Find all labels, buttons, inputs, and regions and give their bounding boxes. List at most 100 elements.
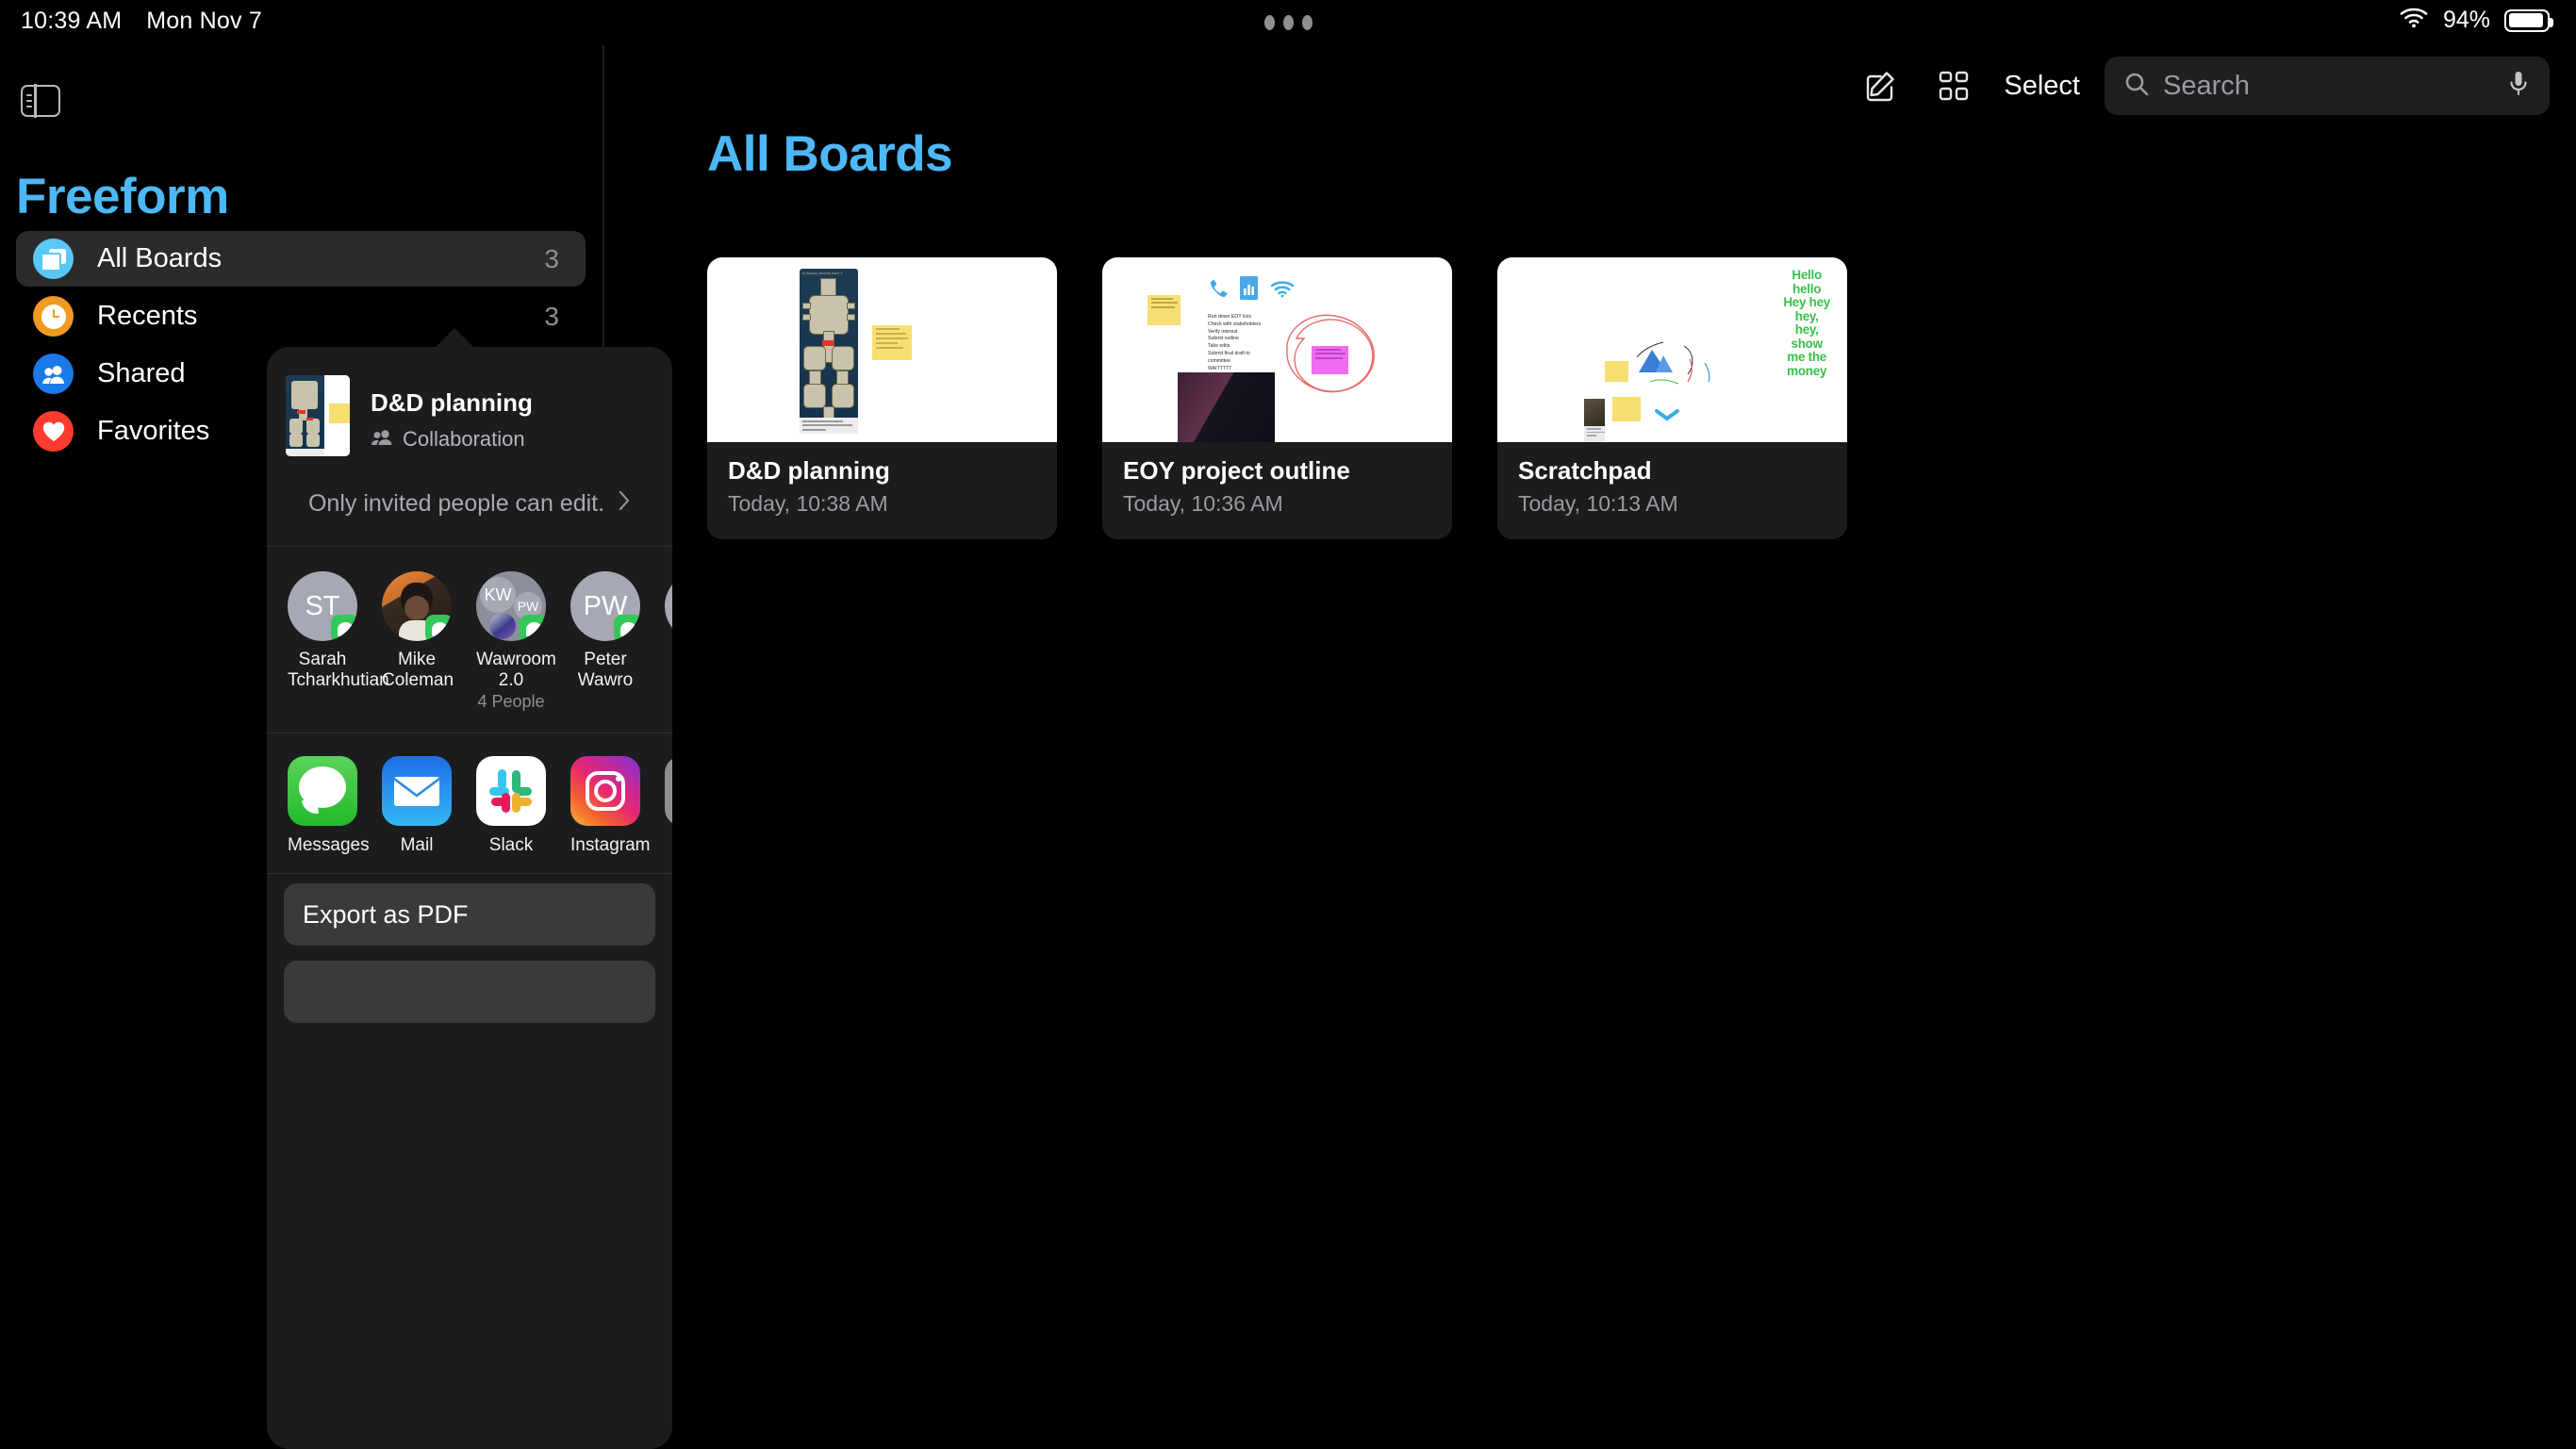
slack-app-icon xyxy=(476,756,546,826)
board-card-meta: Scratchpad Today, 10:13 AM xyxy=(1497,442,1847,539)
people-icon xyxy=(33,354,74,394)
share-group-name: Wawroom 2.0 xyxy=(476,650,546,691)
permission-row[interactable]: Only invited people can edit. xyxy=(267,456,672,546)
divider xyxy=(267,873,672,874)
share-person[interactable]: ST Sarah Tcharkhutian xyxy=(288,571,357,712)
sidebar-item-all-boards[interactable]: All Boards 3 xyxy=(16,231,586,287)
share-person[interactable]: PW Peter Wawro xyxy=(570,571,640,712)
share-app-name: Mail xyxy=(382,835,452,856)
sticky-note xyxy=(1605,361,1628,382)
share-board-title: D&D planning xyxy=(371,388,533,418)
share-apps-row: Messages Mail xyxy=(267,733,672,873)
link-card xyxy=(1584,399,1605,442)
share-people-row: ST Sarah Tcharkhutian Mike Coleman KW PW xyxy=(267,547,672,733)
wifi-icon xyxy=(1270,280,1295,303)
list-item: Submit outline xyxy=(1208,336,1261,341)
sketch-drawing xyxy=(1635,340,1726,397)
grid-view-icon[interactable] xyxy=(1917,57,1990,115)
share-person-partial[interactable]: K W xyxy=(665,571,672,712)
list-item: Run down EOY lists xyxy=(1208,314,1261,320)
export-as-pdf-button[interactable]: Export as PDF xyxy=(284,883,655,946)
share-app-slack[interactable]: Slack xyxy=(476,756,546,856)
sidebar-toggle-icon[interactable] xyxy=(21,85,60,117)
page-title: All Boards xyxy=(707,125,952,183)
mail-app-icon xyxy=(382,756,452,826)
phone-icon xyxy=(1209,278,1230,304)
share-app-more[interactable] xyxy=(665,756,672,856)
board-card-dnd-planning[interactable]: DUNGEON ROOMS PART 1 xyxy=(707,257,1057,539)
board-card-meta: D&D planning Today, 10:38 AM xyxy=(707,442,1057,539)
search-placeholder: Search xyxy=(2163,71,2506,102)
bulleted-list: Run down EOY lists Check with stakeholde… xyxy=(1208,314,1261,372)
avatar: ST xyxy=(288,571,357,641)
board-card-scratchpad[interactable]: Hello hello Hey hey hey, hey, show me th… xyxy=(1497,257,1847,539)
share-person-name: Mike Coleman xyxy=(382,650,452,691)
board-date: Today, 10:36 AM xyxy=(1123,491,1431,517)
chart-document-icon xyxy=(1240,276,1258,305)
share-popover: D&D planning Collaboration Only invited … xyxy=(267,347,672,1449)
share-group-count: 4 People xyxy=(476,692,546,712)
board-title: D&D planning xyxy=(728,456,1036,486)
microphone-icon[interactable] xyxy=(2506,70,2531,103)
instagram-app-icon xyxy=(570,756,640,826)
messages-badge-icon xyxy=(520,615,546,641)
sidebar-item-label: All Boards xyxy=(97,243,544,274)
multitasking-control[interactable] xyxy=(0,15,2576,30)
board-title: Scratchpad xyxy=(1518,456,1826,486)
sidebar-item-count: 3 xyxy=(544,302,559,332)
board-card-eoy-project-outline[interactable]: Run down EOY lists Check with stakeholde… xyxy=(1102,257,1452,539)
heart-icon xyxy=(33,411,74,452)
board-title: EOY project outline xyxy=(1123,456,1431,486)
toolbar: Select Search xyxy=(1843,57,2550,115)
avatar-initials: KW xyxy=(480,577,516,613)
share-person-name: Peter Wawro xyxy=(570,650,640,691)
clock-icon xyxy=(33,296,74,337)
boards-icon xyxy=(33,239,74,279)
share-person[interactable]: Mike Coleman xyxy=(382,571,452,712)
chevron-right-icon xyxy=(619,490,631,517)
main-content: Select Search All Boards xyxy=(603,45,2576,1449)
compose-icon[interactable] xyxy=(1843,57,1917,115)
list-item: Verify interest xyxy=(1208,329,1261,335)
status-bar: 10:39 AM Mon Nov 7 94% xyxy=(0,0,2576,45)
sidebar-item-recents[interactable]: Recents 3 xyxy=(16,288,586,344)
board-date: Today, 10:13 AM xyxy=(1518,491,1826,517)
search-input[interactable]: Search xyxy=(2105,57,2550,115)
share-app-messages[interactable]: Messages xyxy=(288,756,357,856)
board-thumbnail: DUNGEON ROOMS PART 1 xyxy=(707,257,1057,442)
ipad-screen: 10:39 AM Mon Nov 7 94% Freeform xyxy=(0,0,2576,1449)
sticky-note xyxy=(1612,397,1641,421)
messages-badge-icon xyxy=(425,615,452,641)
share-person-name: Sarah Tcharkhutian xyxy=(288,650,357,691)
board-thumbnail-small xyxy=(286,375,350,456)
battery-icon xyxy=(2504,9,2550,32)
dungeon-map-caption xyxy=(800,418,858,434)
board-thumbnail: Run down EOY lists Check with stakeholde… xyxy=(1102,257,1452,442)
messages-badge-icon xyxy=(614,615,640,641)
multitasking-dot xyxy=(1264,15,1275,30)
multitasking-dot xyxy=(1283,15,1294,30)
share-app-mail[interactable]: Mail xyxy=(382,756,452,856)
board-thumbnail: Hello hello Hey hey hey, hey, show me th… xyxy=(1497,257,1847,442)
share-app-name: Messages xyxy=(288,835,357,856)
avatar: K xyxy=(665,571,672,641)
sidebar-item-count: 3 xyxy=(544,244,559,274)
app-title: Freeform xyxy=(16,168,229,225)
secondary-action-button[interactable] xyxy=(284,961,655,1023)
sticky-note xyxy=(1312,346,1348,374)
chevron-down-icon xyxy=(1654,408,1680,421)
share-app-name: Slack xyxy=(476,835,546,856)
sticky-note xyxy=(1148,295,1181,325)
share-app-instagram[interactable]: Instagram xyxy=(570,756,640,856)
permission-label: Only invited people can edit. xyxy=(308,490,604,517)
list-item: WAITTTTT xyxy=(1208,366,1261,371)
list-item: Check with stakeholders xyxy=(1208,321,1261,327)
share-group[interactable]: KW PW Wawroom 2.0 4 People xyxy=(476,571,546,712)
select-button[interactable]: Select xyxy=(1990,71,2105,102)
export-as-pdf-label: Export as PDF xyxy=(303,900,469,930)
share-subtitle-label: Collaboration xyxy=(403,427,525,452)
list-item: Submit final draft to xyxy=(1208,351,1261,356)
share-popover-header: D&D planning Collaboration xyxy=(267,347,672,456)
search-icon xyxy=(2123,71,2150,102)
status-bar-right: 94% xyxy=(2399,6,2550,35)
